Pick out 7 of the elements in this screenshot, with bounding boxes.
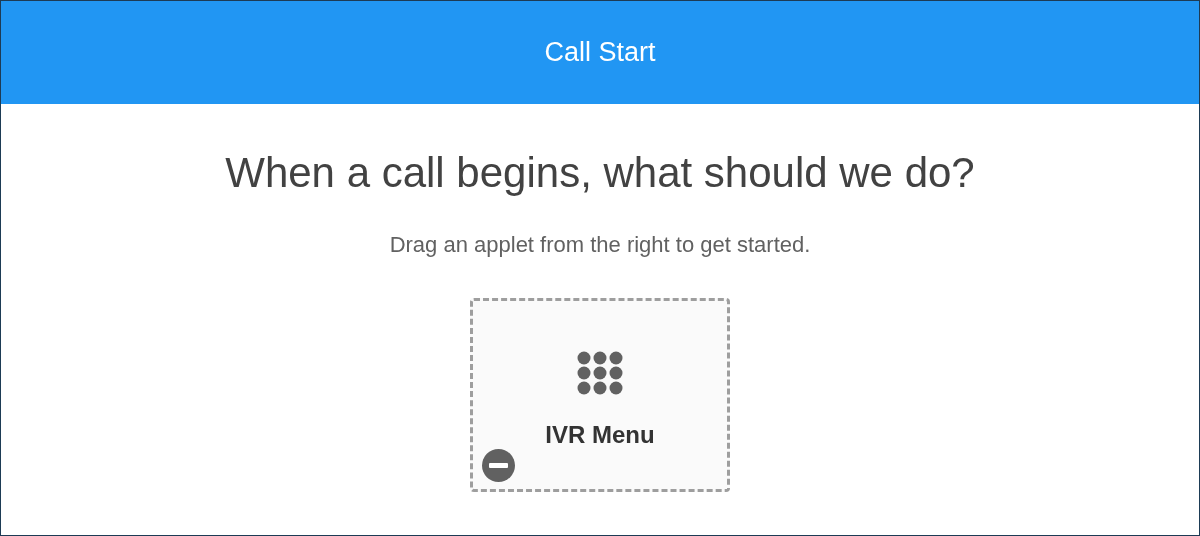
keypad-icon [577, 351, 623, 395]
applet-label: IVR Menu [545, 420, 655, 450]
heading: When a call begins, what should we do? [225, 152, 975, 194]
subtitle: Drag an applet from the right to get started. [389, 234, 811, 256]
remove-icon[interactable] [482, 449, 515, 482]
header-title: Call Start [544, 36, 656, 70]
applet-card[interactable]: IVR Menu [470, 298, 730, 492]
